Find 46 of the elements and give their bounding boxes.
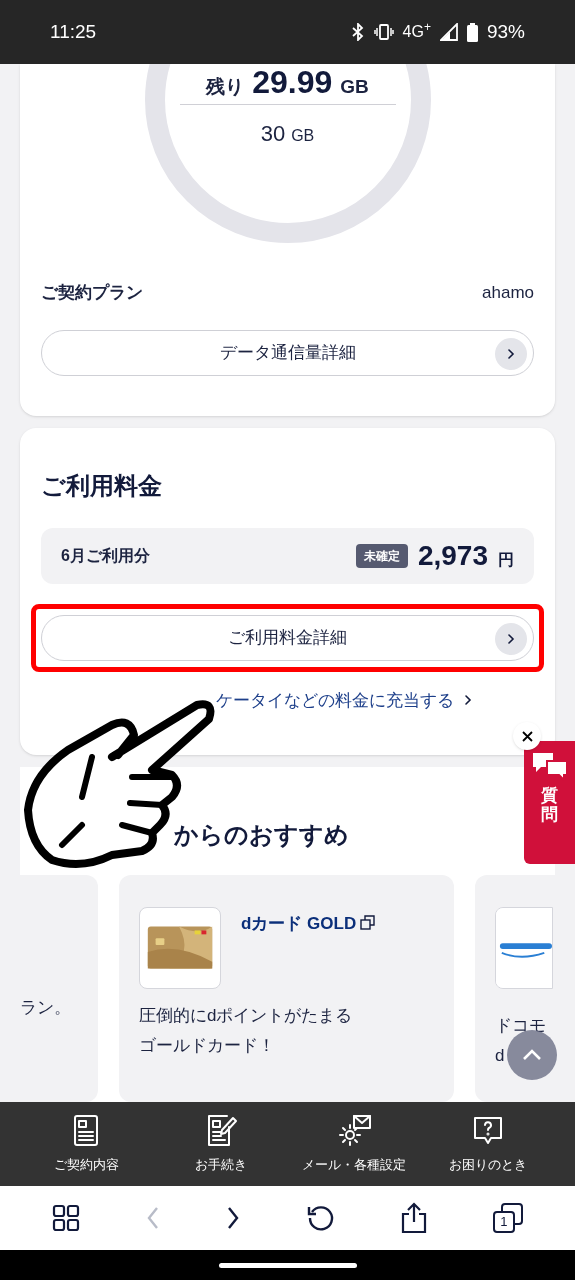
plan-label: ご契約プラン bbox=[41, 282, 143, 304]
status-badge: 未確定 bbox=[355, 543, 408, 568]
network-type: 4G$^{+}$ bbox=[402, 20, 431, 42]
remaining-unit: GB bbox=[340, 75, 369, 99]
chat-tab[interactable]: 質問 bbox=[524, 741, 575, 864]
remaining-value: 29.99 bbox=[252, 64, 333, 100]
nav-item[interactable]: メール・各種設定 bbox=[287, 1102, 422, 1186]
nav-item[interactable]: お困りのとき bbox=[421, 1102, 555, 1186]
nav-item[interactable]: ご契約内容 bbox=[20, 1102, 154, 1186]
battery-level: 93% bbox=[486, 19, 525, 44]
section-title: からのおすすめ bbox=[173, 820, 350, 850]
card-text: ドコモ bbox=[495, 1015, 546, 1037]
data-detail-button[interactable]: データ通信量詳細 bbox=[41, 329, 534, 376]
close-icon bbox=[521, 730, 533, 742]
chat-bubbles-icon bbox=[530, 751, 569, 781]
bluetooth-icon bbox=[350, 23, 365, 41]
signal-icon bbox=[439, 23, 458, 41]
card-text: ラン。 bbox=[20, 997, 72, 1019]
battery-icon bbox=[466, 22, 478, 42]
total-unit: GB bbox=[291, 126, 315, 146]
plan-value: ahamo bbox=[482, 282, 534, 304]
card-text: ゴールドカード！ bbox=[139, 1035, 276, 1057]
billing-title: ご利用料金 bbox=[41, 470, 163, 501]
grid-icon[interactable] bbox=[52, 1204, 81, 1232]
month-label: 6月ご利用分 bbox=[61, 545, 150, 566]
chevron-right-icon bbox=[462, 694, 474, 707]
share-icon[interactable] bbox=[400, 1202, 429, 1234]
recommend-card[interactable]: dカード GOLD 圧倒的にdポイントがたまる ゴールドカード！ bbox=[119, 875, 454, 1102]
chat-label: 質問 bbox=[541, 787, 558, 825]
apply-points-link[interactable]: ケータイなどの料金に充当する bbox=[216, 687, 454, 713]
recommend-card[interactable]: ラン。 bbox=[20, 875, 98, 1102]
nav-item[interactable]: お手続き bbox=[153, 1102, 288, 1186]
recommend-card[interactable]: ドコモ d bbox=[475, 875, 555, 1102]
total-value: 30 bbox=[260, 120, 286, 148]
vibrate-icon bbox=[373, 24, 394, 40]
bill-amount: 2,973 bbox=[417, 538, 488, 573]
card-text: d bbox=[495, 1045, 505, 1067]
reload-icon[interactable] bbox=[305, 1203, 336, 1233]
billing-detail-button[interactable]: ご利用料金詳細 bbox=[41, 614, 534, 661]
status-time: 11:25 bbox=[50, 19, 97, 44]
remaining-label: 残り bbox=[206, 75, 245, 99]
card-title[interactable]: dカード GOLD bbox=[241, 911, 357, 937]
chevron-up-icon bbox=[522, 1049, 542, 1061]
currency: 円 bbox=[498, 549, 514, 570]
card-text: 圧倒的にdポイントがたまる bbox=[139, 1005, 354, 1027]
home-indicator[interactable] bbox=[218, 1262, 357, 1268]
